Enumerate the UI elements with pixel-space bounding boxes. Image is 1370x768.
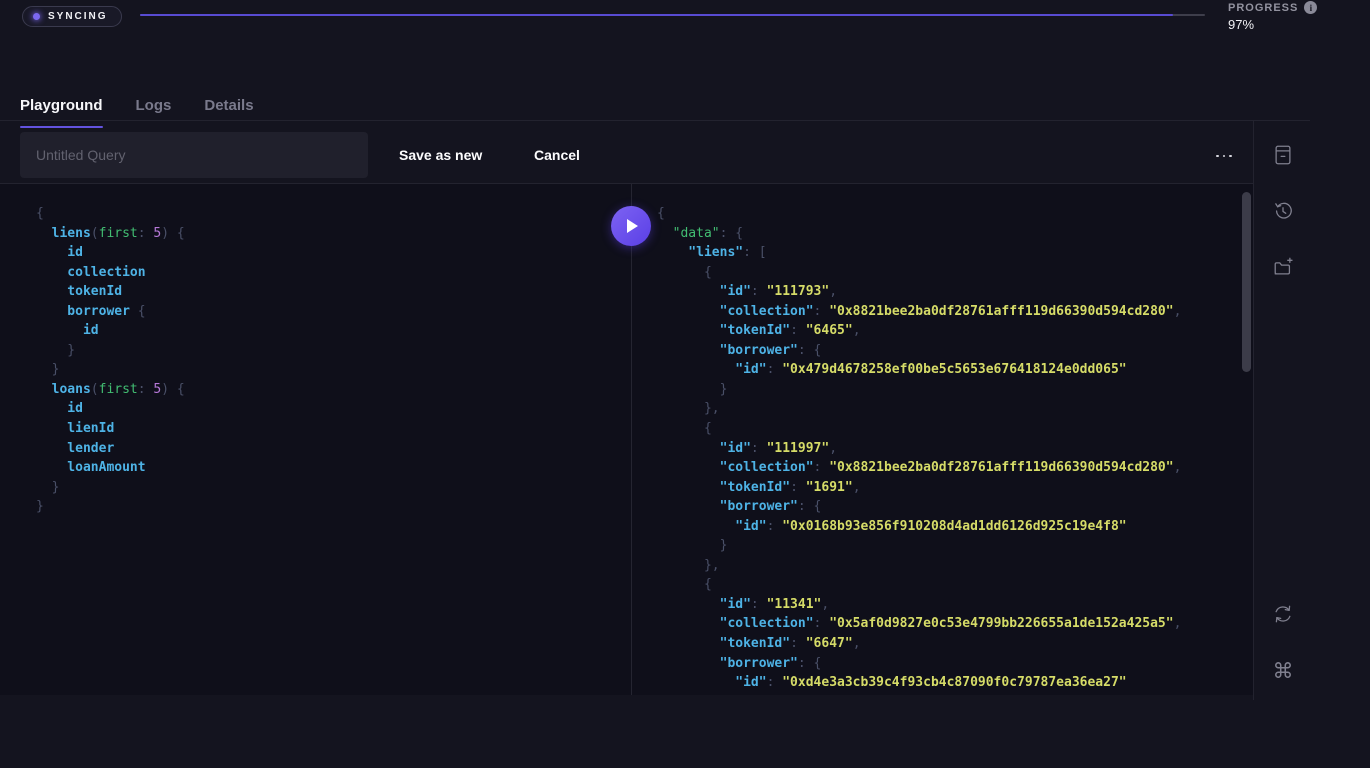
sidebar-divider [1253,121,1254,700]
ellipsis-icon [1216,155,1219,158]
keyboard-shortcuts-button[interactable]: ⌘ [1270,658,1296,684]
sync-progress-fill [140,14,1173,16]
refresh-button[interactable] [1270,601,1296,627]
save-as-new-button[interactable]: Save as new [399,147,482,163]
syncing-dot-icon [33,13,40,20]
progress-value: 97% [1228,17,1317,32]
syncing-label: SYNCING [48,11,108,22]
sync-progress-bar [140,14,1205,16]
play-icon [627,219,638,233]
new-folder-button[interactable] [1270,254,1296,280]
cancel-button[interactable]: Cancel [534,147,580,163]
tab-details[interactable]: Details [204,97,253,128]
syncing-badge: SYNCING [22,6,122,27]
tabs-divider [0,120,1310,121]
history-icon [1272,200,1294,222]
tab-playground[interactable]: Playground [20,97,103,128]
refresh-icon [1272,603,1294,625]
saved-queries-icon [1272,144,1294,166]
json-response-viewer: { "data": { "liens": [ { "id": "111793",… [657,204,1217,694]
progress-info: PROGRESS i 97% [1228,1,1317,32]
run-query-button[interactable] [611,206,651,246]
active-tab-underline [20,126,103,129]
response-scrollbar-thumb[interactable] [1242,192,1251,372]
tab-bar: Playground Logs Details [20,97,254,128]
saved-queries-button[interactable] [1270,142,1296,168]
graphql-query-editor[interactable]: { liens(first: 5) { id collection tokenI… [36,204,596,684]
query-name-input[interactable] [20,132,368,178]
tab-logs[interactable]: Logs [136,97,172,128]
info-icon[interactable]: i [1304,1,1317,14]
progress-label: PROGRESS [1228,2,1298,14]
pane-divider [631,184,632,695]
command-icon: ⌘ [1273,661,1294,682]
more-options-button[interactable] [1208,148,1240,164]
new-folder-icon [1272,256,1294,278]
query-history-button[interactable] [1270,198,1296,224]
